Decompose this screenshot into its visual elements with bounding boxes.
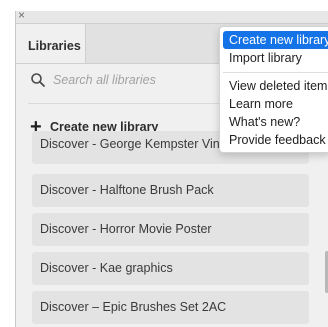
tab-libraries[interactable]: Libraries: [16, 24, 86, 63]
menu-separator: [223, 72, 328, 73]
list-item-label: Discover - Halftone Brush Pack: [40, 183, 214, 197]
tab-libraries-label: Libraries: [28, 39, 81, 53]
menu-item-create-new-library[interactable]: Create new library: [223, 31, 328, 49]
panel-title-bar: ×: [16, 11, 328, 24]
list-item[interactable]: Discover - Halftone Brush Pack: [32, 174, 309, 207]
list-item-label: Discover – Epic Brushes Set 2AC: [40, 300, 227, 314]
search-icon: [31, 73, 45, 87]
menu-item-learn-more[interactable]: Learn more: [223, 95, 328, 113]
list-item[interactable]: Discover - Horror Movie Poster: [32, 213, 309, 246]
close-icon[interactable]: ×: [18, 11, 25, 22]
list-item[interactable]: Discover – Epic Brushes Set 2AC: [32, 291, 309, 324]
menu-item-view-deleted-items[interactable]: View deleted items: [223, 77, 328, 95]
list-item-label: Discover - Kae graphics: [40, 261, 173, 275]
list-item[interactable]: Discover - Kae graphics: [32, 252, 309, 285]
menu-item-provide-feedback[interactable]: Provide feedback: [223, 131, 328, 149]
panel-options-menu: Create new library Import library View d…: [219, 26, 328, 153]
menu-item-whats-new[interactable]: What's new?: [223, 113, 328, 131]
list-item-label: Discover - Horror Movie Poster: [40, 222, 212, 236]
menu-item-import-library[interactable]: Import library: [223, 49, 328, 67]
